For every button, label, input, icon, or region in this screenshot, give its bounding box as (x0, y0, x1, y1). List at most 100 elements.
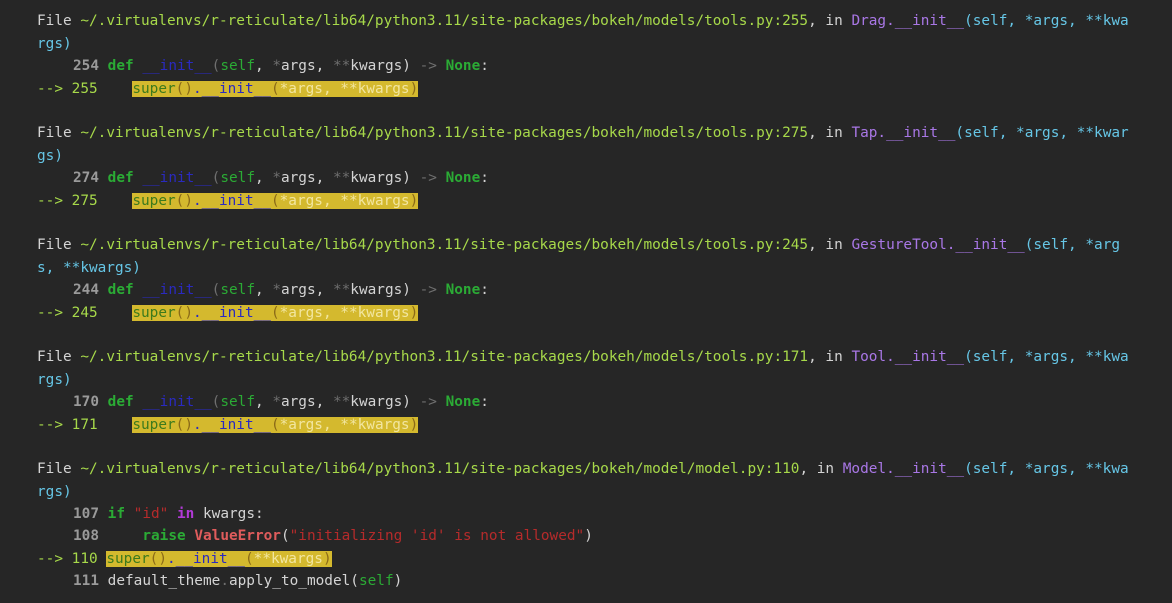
frame-header: File ~/.virtualenvs/r-reticulate/lib64/p… (37, 122, 1129, 144)
current-code-line: --> 245 super().__init__(*args, **kwargs… (37, 302, 419, 324)
code-punct: ( (350, 573, 359, 589)
signature: (self, *args, **kwa (964, 13, 1129, 29)
code-punct: , (254, 282, 273, 298)
file-keyword: File (37, 461, 72, 477)
code-param: args (280, 394, 316, 410)
current-code-line: --> 110 super().__init__(**kwargs) (37, 548, 332, 570)
file-path-link[interactable]: ~/.virtualenvs/r-reticulate/lib64/python… (80, 125, 808, 141)
code-self: self (358, 573, 394, 589)
line-number: 107 (73, 506, 99, 522)
code-text: kwargs: (203, 506, 264, 522)
code-line: 108 raise ValueError("initializing 'id' … (37, 525, 593, 547)
frame-header-wrap: rgs) (37, 369, 72, 391)
line-number: 171 (71, 417, 98, 433)
frame-header: File ~/.virtualenvs/r-reticulate/lib64/p… (37, 458, 1129, 480)
file-path-link[interactable]: ~/.virtualenvs/r-reticulate/lib64/python… (80, 349, 808, 365)
code-punct: , (315, 58, 333, 74)
frame-header: File ~/.virtualenvs/r-reticulate/lib64/p… (37, 346, 1129, 368)
frame-header: File ~/.virtualenvs/r-reticulate/lib64/p… (37, 10, 1129, 32)
code-punct: ) (393, 573, 403, 589)
signature-wrap: rgs) (37, 484, 72, 500)
file-path-link[interactable]: ~/.virtualenvs/r-reticulate/lib64/python… (80, 461, 799, 477)
code-none: None (445, 58, 481, 74)
signature: (self, *args, **kwar (955, 125, 1129, 141)
line-number: 108 (73, 528, 99, 544)
code-param: kwargs (350, 58, 403, 74)
code-punct: ( (280, 528, 290, 544)
function-name: Tool.__init__ (851, 349, 965, 365)
code-string: "initializing 'id' is not allowed" (289, 528, 585, 544)
code-punct: , (315, 170, 333, 186)
code-param: args (280, 170, 316, 186)
code-text: default_theme (107, 573, 221, 589)
code-line: 111 default_theme.apply_to_model(self) (37, 570, 402, 592)
code-arrow: -> (419, 394, 437, 410)
highlighted-call: super().__init__(*args, **kwargs) (132, 81, 419, 97)
code-none: None (445, 170, 481, 186)
code-keyword: def (107, 394, 134, 410)
code-operator: * (272, 282, 281, 298)
code-arrow: -> (419, 58, 437, 74)
code-line: 170 def __init__(self, *args, **kwargs) … (37, 391, 489, 413)
code-function: __init__ (142, 58, 212, 74)
highlighted-call: super().__init__(**kwargs) (106, 551, 332, 567)
signature: (self, *args, **kwa (964, 461, 1129, 477)
code-line: 274 def __init__(self, *args, **kwargs) … (37, 167, 489, 189)
file-path-link[interactable]: ~/.virtualenvs/r-reticulate/lib64/python… (80, 237, 808, 253)
function-name: Drag.__init__ (851, 13, 965, 29)
in-keyword: , in (799, 461, 835, 477)
code-punct: , (315, 282, 333, 298)
function-name: GestureTool.__init__ (851, 237, 1025, 253)
code-punct: , (315, 394, 333, 410)
code-self: self (220, 170, 255, 186)
code-keyword: def (107, 282, 134, 298)
code-punct: , (254, 170, 273, 186)
frame-header: File ~/.virtualenvs/r-reticulate/lib64/p… (37, 234, 1120, 256)
signature-wrap: rgs) (37, 372, 72, 388)
file-path-link[interactable]: ~/.virtualenvs/r-reticulate/lib64/python… (80, 13, 808, 29)
in-keyword: , in (808, 237, 843, 253)
signature: (self, *args, **kwa (964, 349, 1129, 365)
code-param: kwargs (350, 282, 403, 298)
code-operator: ** (332, 170, 351, 186)
code-function: __init__ (142, 170, 212, 186)
code-keyword: raise (142, 528, 186, 544)
line-number: 255 (71, 81, 98, 97)
in-keyword: , in (808, 13, 843, 29)
code-self: self (220, 58, 255, 74)
function-name: Tap.__init__ (851, 125, 956, 141)
file-keyword: File (37, 349, 72, 365)
code-none: None (445, 282, 481, 298)
highlighted-call: super().__init__(*args, **kwargs) (132, 305, 419, 321)
current-line-arrow: --> (37, 81, 63, 97)
code-none: None (445, 394, 481, 410)
code-punct: ) (402, 394, 420, 410)
code-punct: ) (402, 282, 420, 298)
current-line-arrow: --> (37, 551, 63, 567)
highlighted-call: super().__init__(*args, **kwargs) (132, 193, 419, 209)
signature-wrap: s, **kwargs) (37, 260, 141, 276)
traceback-output: File ~/.virtualenvs/r-reticulate/lib64/p… (0, 0, 1172, 603)
code-param: kwargs (350, 170, 403, 186)
code-punct: ) (402, 58, 420, 74)
code-arrow: -> (419, 282, 437, 298)
code-line: 254 def __init__(self, *args, **kwargs) … (37, 55, 489, 77)
code-exception: ValueError (194, 528, 281, 544)
highlighted-call: super().__init__(*args, **kwargs) (132, 417, 419, 433)
code-string: "id" (133, 506, 169, 522)
file-keyword: File (37, 125, 72, 141)
current-line-arrow: --> (37, 417, 63, 433)
current-line-arrow: --> (37, 193, 63, 209)
code-self: self (220, 394, 255, 410)
code-keyword: def (107, 170, 134, 186)
signature-wrap: rgs) (37, 36, 72, 52)
code-punct: : (480, 170, 489, 186)
line-number: 170 (73, 394, 99, 410)
code-self: self (220, 282, 255, 298)
in-keyword: , in (808, 125, 843, 141)
frame-header-wrap: s, **kwargs) (37, 257, 141, 279)
code-text: apply_to_model (228, 573, 351, 589)
frame-header-wrap: rgs) (37, 481, 72, 503)
line-number: 274 (73, 170, 99, 186)
line-number: 275 (71, 193, 98, 209)
